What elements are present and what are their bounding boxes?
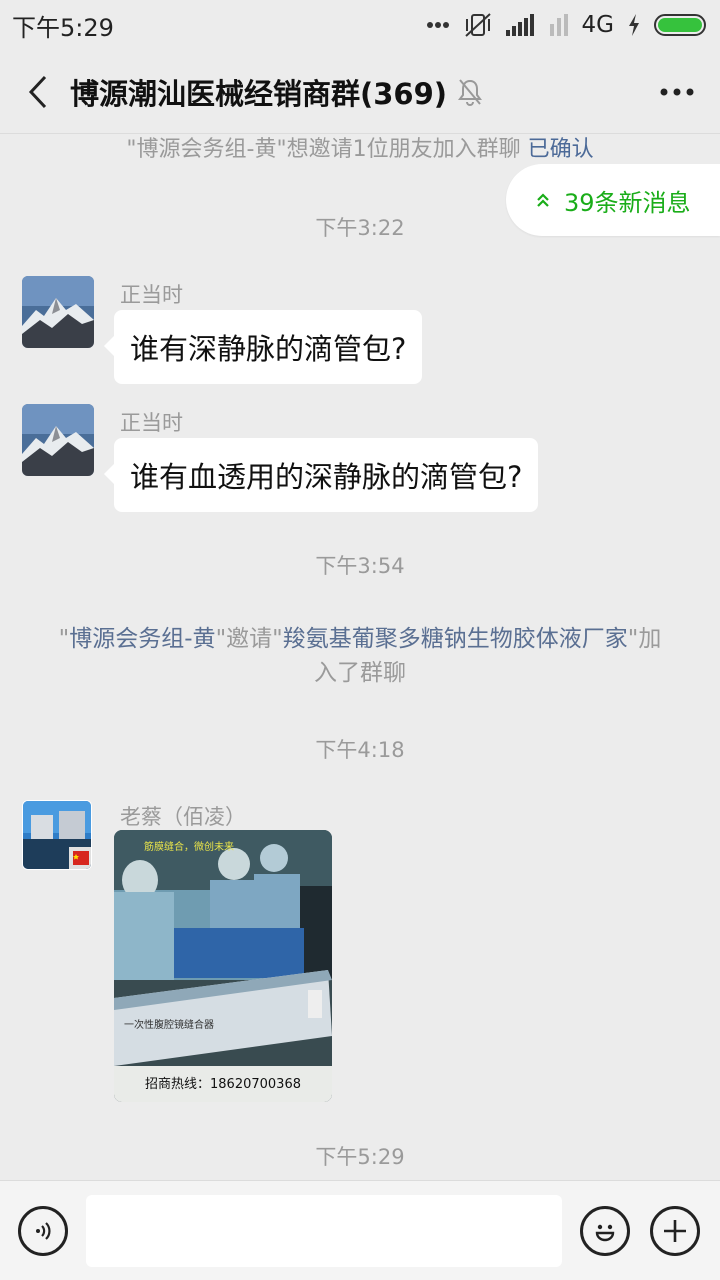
image-caption: 招商热线：18620700368 <box>145 1077 301 1092</box>
status-time: 下午5:29 <box>12 13 114 42</box>
status-bar: 下午5:29 4G <box>0 0 720 50</box>
charging-icon <box>628 14 640 36</box>
system-join-notice: "博源会务组-黄"邀请"羧氨基葡聚多糖钠生物胶体液厂家"加入了群聊 <box>50 622 670 690</box>
emoji-icon <box>595 1224 615 1241</box>
invite-confirm-link[interactable]: 已确认 <box>528 137 594 162</box>
system-invite-notice: "博源会务组-黄"想邀请1位朋友加入群聊 已确认 <box>0 134 720 166</box>
plus-button[interactable] <box>650 1205 700 1256</box>
avatar[interactable] <box>22 800 92 870</box>
mute-bell-icon <box>457 78 483 106</box>
back-chevron-icon <box>28 75 47 108</box>
network-type: 4G <box>581 12 614 38</box>
time-divider: 下午3:54 <box>315 554 405 578</box>
image-overlay-text: 筋膜缝合，微创未来 <box>144 842 234 853</box>
chat-title: 博源潮汕医械经销商群(369) <box>70 76 448 111</box>
image-message[interactable]: 筋膜缝合，微创未来 一次性腹腔镜缝合器 招商热线：18620700368 <box>114 830 332 1102</box>
emoji-button[interactable] <box>580 1205 630 1256</box>
plus-icon <box>664 1219 686 1242</box>
sender-name: 正当时 <box>120 283 183 307</box>
double-chevron-up-icon <box>537 193 549 207</box>
avatar[interactable] <box>22 276 94 348</box>
quote-open: " <box>58 626 70 652</box>
voice-icon <box>36 1221 51 1240</box>
invitee-link[interactable]: 羧氨基葡聚多糖钠生物胶体液厂家 <box>283 626 628 652</box>
time-divider: 下午5:29 <box>315 1145 405 1169</box>
input-bar <box>0 1180 720 1280</box>
chat-header: 博源潮汕医械经销商群(369) <box>0 50 720 134</box>
invite-verb: "邀请" <box>215 626 283 652</box>
invite-text: "博源会务组-黄"想邀请1位朋友加入群聊 <box>126 137 521 162</box>
message-input[interactable] <box>86 1194 562 1267</box>
more-dots-icon <box>660 88 694 95</box>
sender-name: 老蔡（佰凌） <box>120 805 246 829</box>
inviter-link[interactable]: 博源会务组-黄 <box>69 626 215 652</box>
status-icons: 4G <box>426 12 706 38</box>
back-button[interactable] <box>18 67 58 117</box>
battery-icon <box>654 14 706 36</box>
time-divider: 下午3:22 <box>315 216 405 240</box>
image-box-text: 一次性腹腔镜缝合器 <box>124 1020 214 1031</box>
vibrate-off-icon <box>464 12 492 38</box>
avatar[interactable] <box>22 404 94 476</box>
sender-name: 正当时 <box>120 411 183 435</box>
message-bubble[interactable]: 谁有深静脉的滴管包? <box>103 310 423 384</box>
signal-2-icon <box>549 14 568 36</box>
message-bubble[interactable]: 谁有血透用的深静脉的滴管包? <box>103 438 539 512</box>
voice-button[interactable] <box>18 1205 68 1256</box>
more-button[interactable] <box>652 67 702 117</box>
time-divider: 下午4:18 <box>315 738 405 762</box>
dots-icon <box>426 21 450 29</box>
signal-icon <box>505 14 536 36</box>
